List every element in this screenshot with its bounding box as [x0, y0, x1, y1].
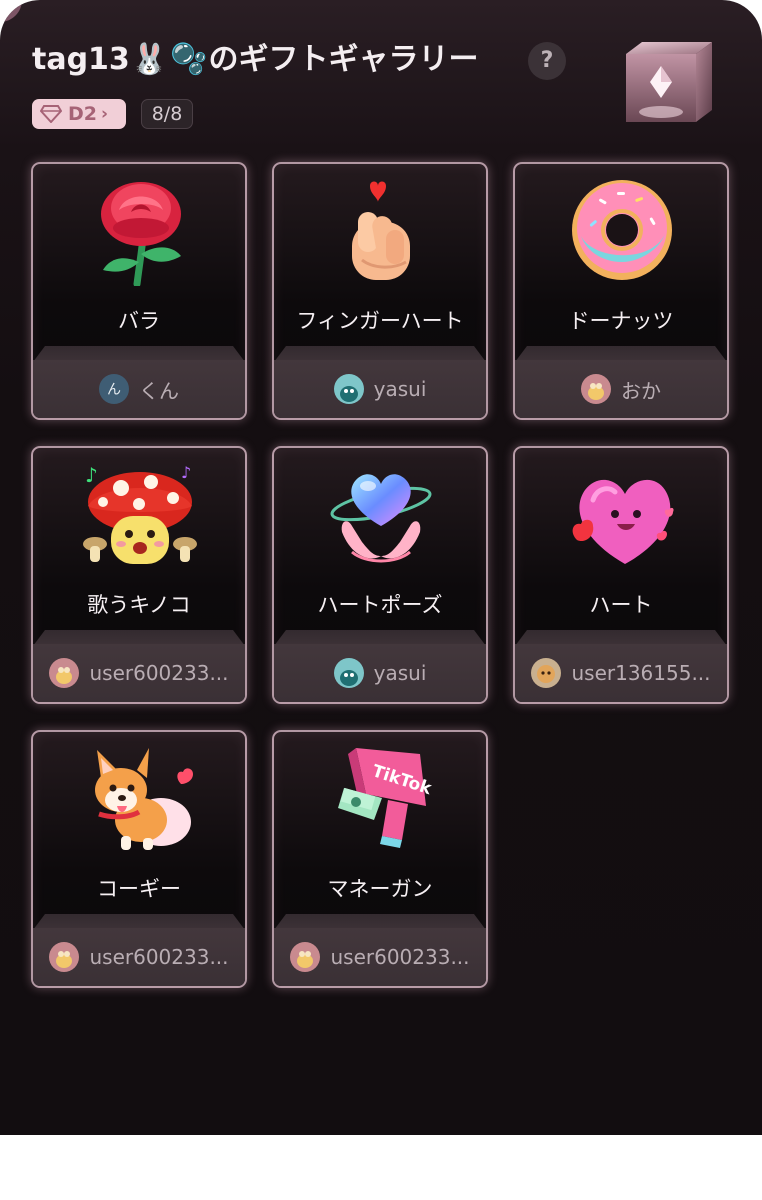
gift-gallery-sheet: tag13 🐰 🫧 のギフトギャラリー ? D2 › 8/8 バラ ん くん フ…: [0, 0, 762, 1135]
sender-name: くん: [139, 378, 179, 403]
gift-count-badge: 8/8: [141, 99, 193, 129]
tier-label: D2: [68, 103, 97, 125]
gift-card-rose[interactable]: バラ ん くん: [31, 162, 247, 420]
heart-icon: [572, 479, 674, 564]
sender-avatar: ん: [99, 374, 129, 404]
gift-card-corgi[interactable]: コーギー user600233...: [31, 730, 247, 988]
sender-avatar: [581, 374, 611, 404]
corgi-icon: [95, 748, 193, 850]
sender-name: user600233...: [330, 945, 470, 969]
heart-pose-icon: [330, 474, 432, 563]
crystal-cube-icon: [626, 42, 712, 122]
gift-card-donut[interactable]: ドーナッツ おか: [513, 162, 729, 420]
money-gun-icon: TikTok: [338, 748, 434, 848]
sender-name: yasui: [373, 377, 427, 401]
rabbit-emoji: 🐰: [130, 42, 169, 77]
sheet-corner: [0, 0, 22, 22]
svg-text:♪: ♪: [181, 463, 191, 482]
chevron-right-icon: ›: [101, 104, 109, 124]
gift-name: ハート: [589, 593, 653, 617]
svg-text:♪: ♪: [85, 463, 98, 487]
gift-name: ハートポーズ: [317, 593, 443, 617]
sender-avatar: [333, 374, 364, 404]
sender-avatar: [333, 658, 364, 688]
gift-sender-row: user136155...: [515, 644, 727, 702]
gift-card-money-gun[interactable]: TikTok マネーガン user600233...: [272, 730, 488, 988]
gift-sender-row: おか: [515, 360, 727, 418]
sender-name: yasui: [373, 661, 427, 685]
finger-heart-icon: [352, 181, 410, 280]
help-button[interactable]: ?: [528, 42, 566, 80]
diamond-icon: [40, 105, 62, 123]
gift-sender-row: ん くん: [33, 360, 245, 418]
sender-name: user600233...: [89, 945, 229, 969]
bottom-area: [0, 1135, 762, 1200]
gift-sender-row: yasui: [274, 644, 486, 702]
sender-avatar: [290, 942, 321, 972]
singing-mushroom-icon: ♪ ♪: [83, 463, 197, 564]
gift-sender-row: user600233...: [274, 928, 486, 986]
sender-name: user600233...: [89, 661, 229, 685]
gift-name: マネーガン: [327, 877, 433, 901]
tier-badge[interactable]: D2 ›: [32, 99, 126, 129]
title-suffix: のギフトギャラリー: [208, 42, 479, 77]
gift-sender-row: user600233...: [33, 644, 245, 702]
gift-name: コーギー: [97, 877, 181, 901]
gift-sender-row: user600233...: [33, 928, 245, 986]
page-title: tag13 🐰 🫧 のギフトギャラリー: [32, 38, 479, 82]
sender-name: user136155...: [571, 661, 711, 685]
gift-card-heart-pose[interactable]: ハートポーズ yasui: [272, 446, 488, 704]
sender-avatar: [49, 658, 80, 688]
gift-card-singing-mushroom[interactable]: ♪ ♪ 歌うキノコ user600233...: [31, 446, 247, 704]
title-username: tag13: [32, 42, 130, 77]
gift-card-finger-heart[interactable]: フィンガーハート yasui: [272, 162, 488, 420]
gift-name: フィンガーハート: [296, 309, 464, 333]
sender-avatar: [49, 942, 80, 972]
rose-icon: [101, 182, 181, 286]
donut-icon: [572, 180, 672, 280]
gift-card-heart[interactable]: ハート user136155...: [513, 446, 729, 704]
bubbles-emoji: 🫧: [170, 42, 208, 77]
sender-name: おか: [621, 378, 661, 403]
gift-name: ドーナッツ: [568, 309, 674, 333]
gift-name: バラ: [118, 309, 160, 333]
gift-sender-row: yasui: [274, 360, 486, 418]
gift-name: 歌うキノコ: [87, 593, 191, 617]
sender-avatar: [531, 658, 562, 688]
